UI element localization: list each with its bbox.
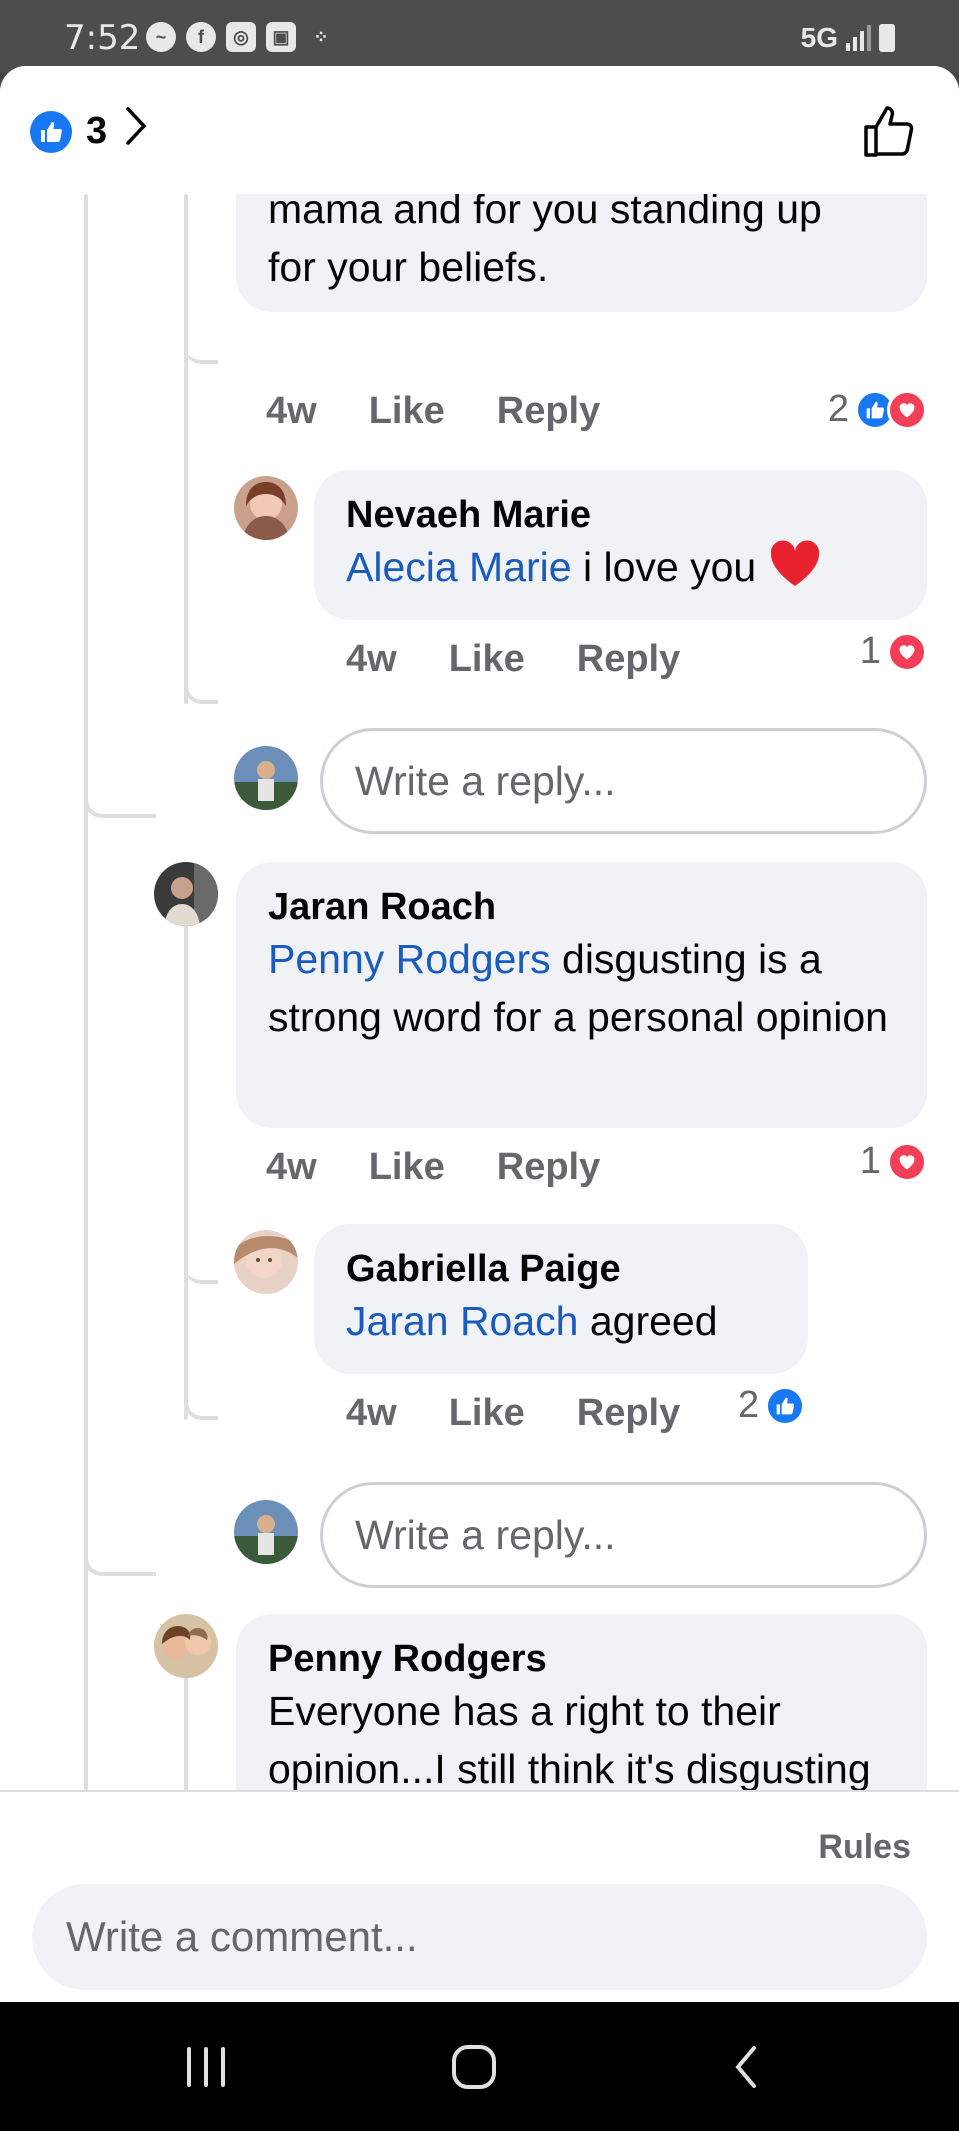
mention-link[interactable]: Alecia Marie [346, 544, 572, 590]
dots-icon: ⁘ [313, 27, 329, 47]
reply-button[interactable]: Reply [577, 638, 680, 681]
love-reaction-icon [887, 631, 927, 672]
home-icon [452, 2045, 496, 2089]
thread-connector [184, 1384, 218, 1420]
my-avatar [234, 746, 298, 810]
thread-line-l1b [184, 870, 188, 1420]
like-reaction-icon [765, 1385, 806, 1426]
reply-input[interactable]: Write a reply... [320, 728, 927, 834]
comment-time: 4w [346, 1392, 397, 1434]
comment-time: 4w [266, 1146, 317, 1188]
comment-author[interactable]: Penny Rodgers [268, 1636, 895, 1682]
comment-time: 4w [346, 638, 397, 680]
comment-text: Alecia Marie i love you [346, 538, 895, 602]
comment-author[interactable]: Gabriella Paige [346, 1246, 776, 1292]
notification-icons: ~ f ◎ ▣ ⁘ [146, 22, 336, 52]
reply-button[interactable]: Reply [497, 390, 600, 433]
reactions-summary[interactable]: 3 [30, 106, 147, 157]
comment-reactions[interactable]: 2 [828, 388, 927, 431]
my-avatar [234, 1500, 298, 1564]
thread-connector [84, 734, 156, 818]
reply-button[interactable]: Reply [577, 1392, 680, 1435]
thread-connector [184, 1264, 218, 1284]
comment-bubble: mama and for you standing up for your be… [236, 194, 927, 312]
like-button[interactable]: Like [449, 1392, 525, 1435]
reaction-count: 2 [738, 1384, 760, 1426]
comment-reactions[interactable]: 1 [860, 1140, 927, 1183]
thread-connector [84, 1488, 156, 1576]
comment-actions: 4w Like Reply [266, 1146, 652, 1189]
mention-link[interactable]: Jaran Roach [346, 1298, 578, 1344]
comment-actions: 4w Like Reply [346, 638, 732, 681]
signal-icon [846, 25, 871, 51]
comment-actions: 4w Like Reply [346, 1392, 732, 1435]
network-label: 5G [800, 22, 838, 53]
avatar[interactable] [234, 476, 298, 540]
comment-bubble: Penny Rodgers Everyone has a right to th… [236, 1614, 927, 1790]
mention-link[interactable]: Penny Rodgers [268, 936, 551, 982]
thread-connector [184, 334, 218, 364]
comment-text: Penny Rodgers disgusting is a strong wor… [268, 930, 908, 1046]
reply-placeholder: Write a reply... [355, 1511, 616, 1558]
messenger-icon: ~ [146, 22, 176, 52]
comment-bubble: Jaran Roach Penny Rodgers disgusting is … [236, 862, 927, 1128]
thread-line-l1 [184, 194, 188, 704]
comment-actions: 4w Like Reply [266, 390, 652, 433]
comment-input[interactable]: Write a comment... [32, 1884, 927, 1990]
chevron-right-icon [125, 106, 147, 157]
like-reaction-icon [30, 110, 72, 153]
love-reaction-icon [887, 1141, 927, 1182]
battery-icon [879, 24, 895, 52]
comment-footer: Rules Write a comment... [0, 1790, 959, 2002]
back-button[interactable] [706, 2032, 786, 2102]
sheet-header: 3 [0, 66, 959, 194]
status-time: 7:52 [64, 18, 141, 58]
comment-reactions[interactable]: 2 [738, 1384, 806, 1427]
back-icon [735, 2046, 756, 2088]
recent-apps-button[interactable] [166, 2032, 246, 2102]
gallery-icon: ▣ [266, 22, 296, 52]
comment-bubble: Gabriella Paige Jaran Roach agreed [314, 1224, 808, 1374]
comment-text: Jaran Roach agreed [346, 1292, 776, 1350]
facebook-icon: f [186, 22, 216, 52]
comment-reactions[interactable]: 1 [860, 630, 927, 673]
reaction-count: 1 [859, 1140, 881, 1182]
reaction-count: 3 [86, 110, 108, 152]
rules-link[interactable]: Rules [818, 1828, 911, 1867]
reaction-count: 1 [859, 630, 881, 672]
like-button[interactable]: Like [369, 390, 445, 433]
instagram-icon: ◎ [226, 22, 256, 52]
avatar[interactable] [154, 862, 218, 926]
avatar[interactable] [234, 1230, 298, 1294]
recents-icon [187, 2047, 225, 2087]
comment-author[interactable]: Nevaeh Marie [346, 492, 895, 538]
comment-body: agreed [578, 1298, 718, 1344]
thumbs-up-outline-icon [864, 106, 914, 157]
comments-list[interactable]: mama and for you standing up for your be… [0, 194, 959, 1790]
comment-body: i love you [571, 544, 768, 590]
comment-text: mama and for you standing up for your be… [268, 194, 822, 290]
home-button[interactable] [434, 2032, 514, 2102]
comment-placeholder: Write a comment... [66, 1913, 418, 1960]
avatar[interactable] [154, 1614, 218, 1678]
status-bar: 7:52 ~ f ◎ ▣ ⁘ 5G [0, 0, 959, 72]
reply-placeholder: Write a reply... [355, 757, 616, 804]
comment-text: Everyone has a right to their opinion...… [268, 1688, 871, 1790]
comment-author[interactable]: Jaran Roach [268, 884, 895, 930]
reply-button[interactable]: Reply [497, 1146, 600, 1189]
like-button[interactable]: Like [369, 1146, 445, 1189]
system-nav-bar [0, 2002, 959, 2131]
love-reaction-icon [887, 389, 927, 430]
heart-emoji [768, 539, 822, 602]
thread-connector [184, 668, 218, 704]
like-post-button[interactable] [861, 102, 919, 160]
reply-input[interactable]: Write a reply... [320, 1482, 927, 1588]
reaction-count: 2 [827, 388, 849, 430]
comments-sheet: 3 mama and for you standing up for your … [0, 66, 959, 2002]
comment-time: 4w [266, 390, 317, 432]
like-button[interactable]: Like [449, 638, 525, 681]
status-right: 5G [801, 22, 895, 54]
comment-bubble: Nevaeh Marie Alecia Marie i love you [314, 470, 927, 620]
